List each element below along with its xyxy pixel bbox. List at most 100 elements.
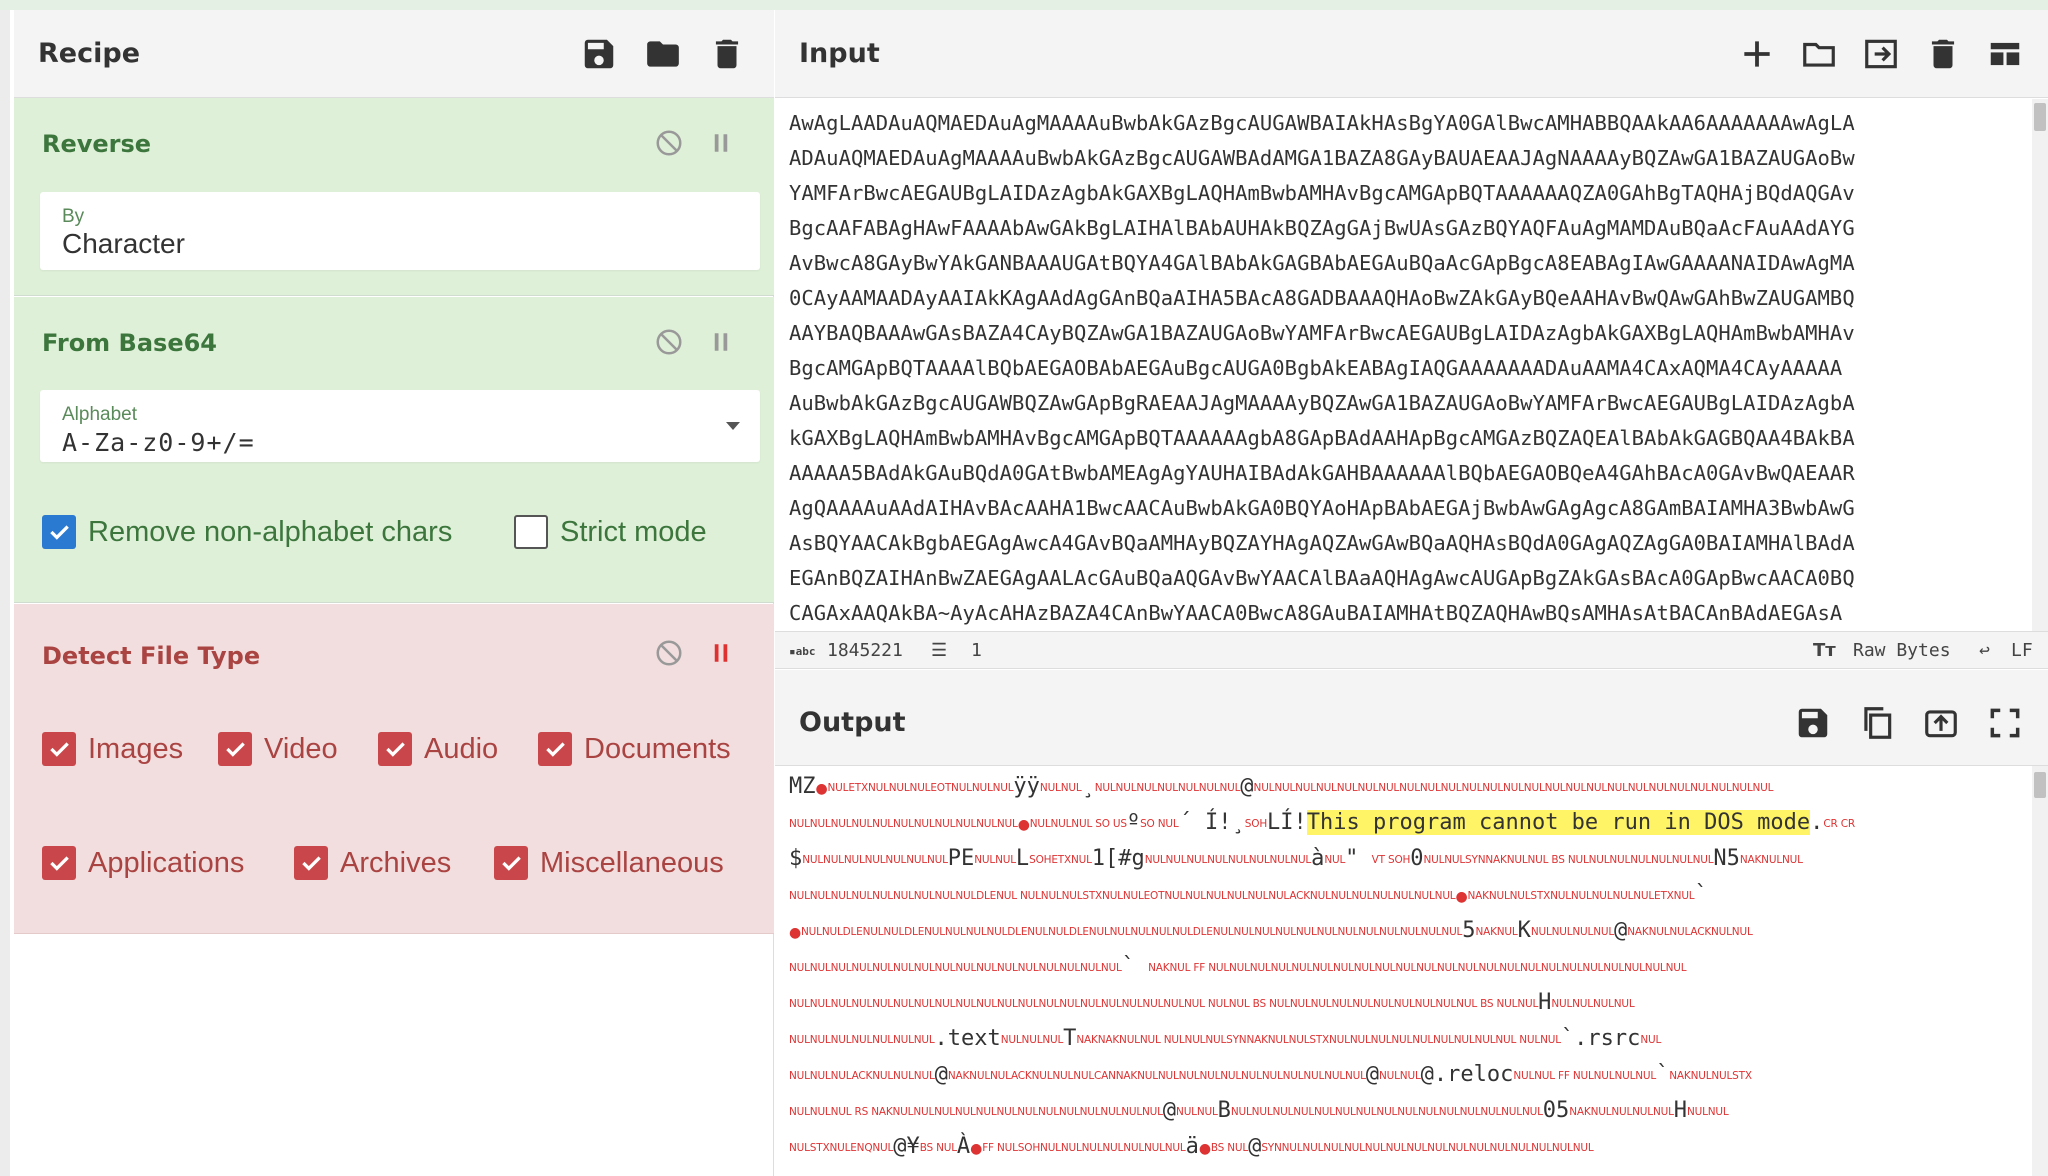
- operation-title: From Base64: [42, 329, 217, 357]
- panel-resize-edge[interactable]: [0, 10, 10, 1176]
- checkbox-checked-icon[interactable]: [42, 732, 76, 766]
- checkbox-label: Video: [264, 732, 338, 765]
- strict-mode-checkbox[interactable]: Strict mode: [514, 515, 707, 549]
- checkbox-checked-icon[interactable]: [42, 846, 76, 880]
- audio-checkbox[interactable]: Audio: [378, 732, 498, 766]
- input-header: Input: [775, 10, 2048, 98]
- alphabet-value: A-Za-z0-9+/=: [62, 428, 255, 457]
- output-scroll-thumb[interactable]: [2034, 772, 2046, 798]
- input-length: 1845221: [827, 640, 903, 661]
- recipe-title: Recipe: [38, 38, 141, 69]
- checkbox-label: Audio: [424, 732, 499, 765]
- input-line: kGAXBgLAQHAmBwbAMHAvBgcAMGApBQTAAAAAAgbA…: [789, 426, 1855, 450]
- output-header: Output: [775, 670, 2048, 766]
- alphabet-select[interactable]: Alphabet A-Za-z0-9+/=: [40, 390, 760, 462]
- checkbox-checked-icon[interactable]: [538, 732, 572, 766]
- input-status-bar: ▪abc 1845221 ☰ 1 Tт Raw Bytes ↩ LF: [775, 631, 2048, 669]
- operation-detect-file-type[interactable]: Detect File Type Images Video Audio Docu…: [14, 604, 774, 934]
- copy-icon[interactable]: [1858, 704, 1896, 742]
- checkbox-unchecked-icon[interactable]: [514, 515, 548, 549]
- output-line: NULNULNULNULNULNULNULNULNULNULNUL●NULNUL…: [789, 810, 1855, 835]
- checkbox-label: Images: [88, 732, 184, 765]
- by-value: Character: [62, 228, 185, 259]
- import-icon[interactable]: [1862, 35, 1900, 73]
- output-line: ●NULNULDLENULNULDLENULNULNULNULDLENULNUL…: [789, 918, 1753, 943]
- documents-checkbox[interactable]: Documents: [538, 732, 731, 766]
- checkbox-checked-icon[interactable]: [294, 846, 328, 880]
- encoding-label[interactable]: Raw Bytes: [1853, 640, 1951, 661]
- layout-icon[interactable]: [1986, 35, 2024, 73]
- top-strip: [0, 0, 2048, 10]
- disable-icon[interactable]: [654, 128, 684, 158]
- recipe-panel: Recipe Reverse By Character From Base64 …: [0, 10, 774, 1176]
- operation-from-base64[interactable]: From Base64 Alphabet A-Za-z0-9+/= Remove…: [14, 297, 774, 603]
- operation-title: Detect File Type: [42, 642, 261, 670]
- output-title: Output: [799, 707, 906, 738]
- pause-icon[interactable]: [706, 327, 736, 357]
- output-line: NULSTXNULENQNUL@¥BS NULÀ●FF NULSOHNULNUL…: [789, 1134, 1594, 1159]
- chevron-down-icon[interactable]: [726, 422, 740, 430]
- input-line: AgQAAAAuAAdAIHAvBAcAAHA1BwcAACAuBwbAkGA0…: [789, 496, 1855, 520]
- checkbox-label: Documents: [584, 732, 731, 765]
- images-checkbox[interactable]: Images: [42, 732, 183, 766]
- checkbox-label: Applications: [88, 846, 245, 879]
- output-scrollbar[interactable]: [2032, 766, 2048, 1176]
- save-icon[interactable]: [1794, 704, 1832, 742]
- checkbox-label: Remove non-alphabet chars: [88, 515, 453, 548]
- miscellaneous-checkbox[interactable]: Miscellaneous: [494, 846, 724, 880]
- save-icon[interactable]: [580, 35, 618, 73]
- input-line: AAAAA5BAdAkGAuBQdA0GAtBwbAMEAgAgYAUHAIBA…: [789, 461, 1855, 485]
- checkbox-label: Miscellaneous: [540, 846, 724, 879]
- output-line: NULNULNULNULNULNULNULNULNULNULNULNULNULN…: [789, 990, 1635, 1015]
- input-scrollbar[interactable]: [2032, 99, 2048, 631]
- remove-non-alphabet-checkbox[interactable]: Remove non-alphabet chars: [42, 515, 452, 549]
- checkbox-checked-icon[interactable]: [378, 732, 412, 766]
- maximize-icon[interactable]: [1986, 704, 2024, 742]
- input-line: AuBwbAkGAzBgcAUGAWBQZAwGApBgRAEAAJAgMAAA…: [789, 391, 1855, 415]
- input-panel: Input AwAgLAADAuAQMAEDAuAgMAAAAuBwbAkGAz…: [775, 10, 2048, 670]
- checkbox-checked-icon[interactable]: [218, 732, 252, 766]
- checkbox-label: Archives: [340, 846, 452, 879]
- breakpoint-icon[interactable]: [706, 638, 736, 668]
- eol-icon[interactable]: ↩: [1979, 640, 1990, 661]
- output-line: NULNULNULNULNULNULNUL.textNULNULNULTNAKN…: [789, 1026, 1662, 1051]
- output-line: NULNULNUL RS NAKNULNULNULNULNULNULNULNUL…: [789, 1098, 1729, 1123]
- input-title: Input: [799, 38, 880, 69]
- input-textarea[interactable]: AwAgLAADAuAQMAEDAuAgMAAAAuBwbAkGAzBgcAUG…: [775, 99, 2048, 631]
- input-line: AsBQYAACAkBgbAEGAgAwcA4GAvBQaAMHAyBQZAYH…: [789, 531, 1855, 555]
- trash-icon[interactable]: [708, 35, 746, 73]
- input-line: AwAgLAADAuAQMAEDAuAgMAAAAuBwbAkGAzBgcAUG…: [789, 111, 1855, 135]
- input-line: YAMFArBwcAEGAUBgLAIDAzAgbAkGAXBgLAQHAmBw…: [789, 181, 1855, 205]
- input-line: ADAuAQMAEDAuAgMAAAAuBwbAkGAzBgcAUGAWBAdA…: [789, 146, 1855, 170]
- dos-stub-highlight: This program cannot be run in DOS mode: [1306, 810, 1811, 835]
- output-line: NULNULNULNULNULNULNULNULNULNULNULNULNULN…: [789, 954, 1687, 979]
- by-field[interactable]: By Character: [40, 192, 760, 270]
- text-encoding-icon[interactable]: Tт: [1813, 640, 1836, 661]
- archives-checkbox[interactable]: Archives: [294, 846, 451, 880]
- disable-icon[interactable]: [654, 327, 684, 357]
- by-label: By: [62, 206, 85, 227]
- folder-icon[interactable]: [644, 35, 682, 73]
- checkbox-checked-icon[interactable]: [42, 515, 76, 549]
- eol-label[interactable]: LF: [2011, 640, 2033, 661]
- video-checkbox[interactable]: Video: [218, 732, 338, 766]
- replace-input-icon[interactable]: [1922, 704, 1960, 742]
- input-scroll-thumb[interactable]: [2034, 103, 2046, 131]
- input-lines-count: 1: [971, 640, 982, 661]
- checkbox-label: Strict mode: [560, 515, 707, 548]
- output-line: $NULNULNULNULNULNULNULPENULNULLSOHETXNUL…: [789, 846, 1803, 871]
- input-line: EGAnBQZAIHAnBwZAEGAgAALAcGAuBQaAQGAvBwYA…: [789, 566, 1855, 590]
- output-textarea[interactable]: MZ●NULETXNULNULNULEOTNULNULNULÿÿNULNUL¸N…: [775, 766, 2048, 1176]
- output-panel: Output MZ●NULETXNULNULNULEOTNULNULNULÿÿN…: [775, 670, 2048, 1176]
- plus-icon[interactable]: [1738, 35, 1776, 73]
- input-line: AvBwcA8GAyBwYAkGANBAAAUGAtBQYA4GAlBAbAkG…: [789, 251, 1855, 275]
- folder-icon[interactable]: [1800, 35, 1838, 73]
- trash-icon[interactable]: [1924, 35, 1962, 73]
- applications-checkbox[interactable]: Applications: [42, 846, 244, 880]
- alphabet-label: Alphabet: [62, 404, 138, 425]
- operation-reverse[interactable]: Reverse By Character: [14, 98, 774, 296]
- pause-icon[interactable]: [706, 128, 736, 158]
- disable-icon[interactable]: [654, 638, 684, 668]
- checkbox-checked-icon[interactable]: [494, 846, 528, 880]
- output-line: NULNULNULNULNULNULNULNULNULDLENUL NULNUL…: [789, 882, 1708, 907]
